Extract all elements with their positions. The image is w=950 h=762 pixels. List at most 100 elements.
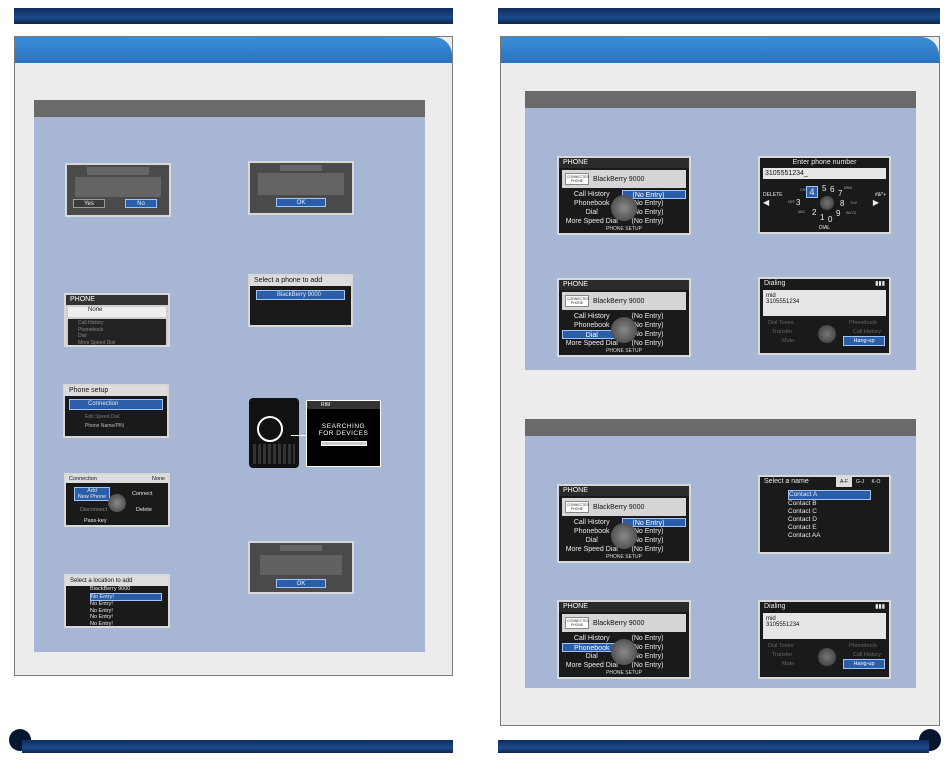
disconnect-button[interactable]: Disconnect: [80, 507, 107, 513]
transfer-button[interactable]: Transfer: [772, 652, 792, 658]
contact-item[interactable]: Contact B: [788, 500, 871, 508]
right-arrow-icon[interactable]: ▶: [873, 198, 879, 207]
phone-menu-screen: PHONE CONNECTED PHONE BlackBerry 9000 Cal…: [557, 600, 691, 679]
device-name: BlackBerry 9000: [593, 297, 645, 305]
digit[interactable]: 2: [812, 208, 816, 217]
left-tab: [15, 37, 452, 63]
call-history-button[interactable]: Call History: [853, 652, 881, 658]
row-label: Call History: [573, 519, 610, 526]
enter-number-screen: Enter phone number 3105551234_ DELETE ◀ …: [758, 156, 891, 234]
knob-icon: [820, 196, 834, 210]
knob-icon: [108, 494, 126, 512]
new-phone-label: New Phone: [77, 494, 107, 500]
left-arrow-icon[interactable]: ◀: [763, 198, 769, 207]
digit[interactable]: 3: [796, 198, 800, 207]
keyboard-graphic: [253, 444, 295, 464]
select-name-screen: Select a name A-F G-J K-O Contact A Cont…: [758, 475, 891, 554]
location-item-selected[interactable]: No Entry!: [90, 592, 162, 601]
dialing-screen: Dialing ▮▮▮ mid 3105551234 Dial Tones Ph…: [758, 277, 891, 355]
contact-item[interactable]: Contact C: [788, 508, 871, 516]
screen-title: PHONE: [559, 486, 689, 496]
battery-icon: ▮▮▮: [875, 281, 885, 287]
yes-button[interactable]: Yes: [73, 199, 105, 208]
progress-bar: [320, 441, 367, 446]
row-label: Call History: [573, 313, 610, 320]
digit[interactable]: 5: [822, 184, 826, 193]
row-label: More Speed Dial: [565, 546, 618, 553]
menu-phone-name[interactable]: Phone Name/PIN: [65, 422, 167, 431]
device-photo: [249, 398, 299, 468]
brand-label: RIM: [307, 401, 380, 409]
top-bar: [498, 8, 940, 24]
call-history-button[interactable]: Call History: [853, 329, 881, 335]
ok-button[interactable]: OK: [276, 579, 326, 588]
device-screen: RIM SEARCHING FOR DEVICES: [306, 400, 381, 467]
digit[interactable]: 9: [836, 209, 840, 218]
add-new-phone-button[interactable]: Add New Phone: [74, 487, 110, 501]
menu-more-speed-dial[interactable]: More Speed Dial: [78, 340, 156, 346]
device-name: BlackBerry 9000: [593, 175, 645, 183]
number-field[interactable]: 3105551234_: [763, 168, 886, 179]
select-phone-screen: Select a phone to add BlackBerry 9000: [248, 274, 353, 327]
connection-screen: Connection None Add New Phone Connect Di…: [64, 473, 170, 527]
section-bar: [525, 91, 916, 108]
knob-icon: [611, 639, 637, 665]
contact-item[interactable]: Contact E: [788, 524, 871, 532]
digit[interactable]: 0: [828, 215, 832, 224]
letters: DEF: [788, 200, 795, 204]
connect-button[interactable]: Connect: [132, 491, 153, 497]
location-item[interactable]: No Entry!: [90, 621, 168, 627]
phone-setup-label[interactable]: PHONE SETUP: [559, 226, 689, 232]
hang-up-button[interactable]: Hang-up: [843, 336, 885, 346]
ok-button[interactable]: OK: [276, 198, 326, 207]
dial-tones-button[interactable]: Dial Tones: [768, 320, 794, 326]
digit[interactable]: 8: [840, 199, 844, 208]
phone-screen-small: PHONE None Call History Phonebook Dial M…: [64, 293, 170, 347]
delete-button[interactable]: Delete: [136, 507, 152, 513]
dial-button[interactable]: DIAL: [760, 225, 889, 231]
phone-setup-label[interactable]: PHONE SETUP: [559, 670, 689, 676]
screen-title: PHONE: [559, 602, 689, 612]
section-bar: [525, 419, 916, 436]
row-label: Call History: [573, 635, 610, 642]
row-label: More Speed Dial: [565, 340, 618, 347]
digit[interactable]: 6: [830, 185, 834, 194]
digit[interactable]: 7: [838, 189, 842, 198]
phone-setup-label[interactable]: PHONE SETUP: [559, 348, 689, 354]
tab-g-j[interactable]: G-J: [852, 477, 868, 487]
status-header: None: [68, 307, 166, 317]
screen-title: Dialing: [764, 603, 786, 610]
phonebook-button[interactable]: Phonebook: [849, 643, 877, 649]
knob-icon: [611, 195, 637, 221]
tab-k-o[interactable]: K-O: [868, 477, 884, 487]
mute-button[interactable]: Mute: [782, 338, 794, 344]
screen-title: Enter phone number: [792, 159, 857, 166]
no-button[interactable]: No: [125, 199, 157, 208]
screen-title: Phone setup: [65, 386, 167, 396]
dial-tones-button[interactable]: Dial Tones: [768, 643, 794, 649]
digit-selected[interactable]: 4: [806, 186, 818, 198]
letters: MNO: [844, 186, 853, 190]
phone-item[interactable]: BlackBerry 9000: [256, 290, 345, 300]
letters: TUV: [850, 201, 857, 205]
phone-menu-screen: PHONE CONNECTED PHONE BlackBerry 9000 Cal…: [557, 156, 691, 235]
contact-item-selected[interactable]: Contact A: [788, 490, 871, 500]
transfer-button[interactable]: Transfer: [772, 329, 792, 335]
mute-button[interactable]: Mute: [782, 661, 794, 667]
menu-edit-speed-dial[interactable]: Edit Speed Dial: [65, 413, 167, 422]
dialing-screen: Dialing ▮▮▮ mid 3105551234 Dial Tones Ph…: [758, 600, 891, 679]
contact-item[interactable]: Contact D: [788, 516, 871, 524]
phonebook-button[interactable]: Phonebook: [849, 320, 877, 326]
phone-menu-screen: PHONE CONNECTED PHONE BlackBerry 9000 Cal…: [557, 484, 691, 563]
connected-phone-logo: CONNECTED PHONE: [565, 295, 590, 307]
hang-up-button[interactable]: Hang-up: [843, 659, 885, 669]
contact-item[interactable]: Contact AA: [788, 532, 871, 540]
screen-title: PHONE: [559, 158, 689, 168]
phone-setup-label[interactable]: PHONE SETUP: [559, 554, 689, 560]
menu-connection[interactable]: Connection: [69, 399, 163, 410]
tab-a-f[interactable]: A-F: [836, 477, 852, 487]
digit[interactable]: 1: [820, 213, 824, 222]
right-tab: [501, 37, 939, 63]
done-screen: OK: [248, 541, 354, 594]
passkey-button[interactable]: Pass-key: [84, 518, 107, 524]
